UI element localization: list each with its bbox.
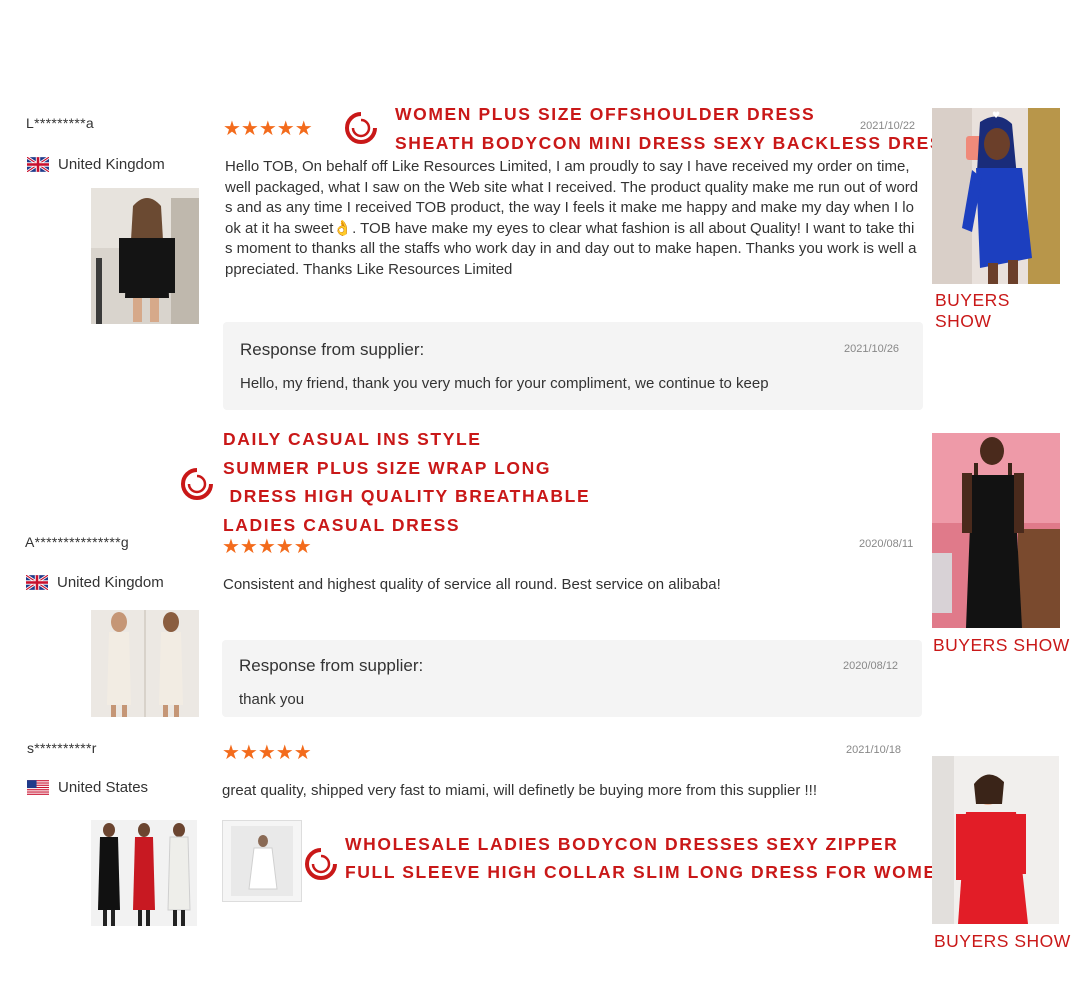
reviewer-name: A***************g — [25, 534, 129, 550]
review-text: great quality, shipped very fast to miam… — [222, 782, 817, 799]
reviewer-country: United Kingdom — [27, 156, 165, 173]
response-date: 2021/10/26 — [844, 343, 900, 355]
uk-flag-icon — [26, 575, 48, 590]
product-thumbnail[interactable] — [91, 820, 197, 926]
country-label: United Kingdom — [57, 574, 164, 591]
review-date: 2020/08/11 — [859, 538, 914, 550]
rating-stars: ★★★★★ — [222, 536, 312, 558]
swirl-logo-icon — [345, 112, 377, 144]
us-flag-icon — [27, 780, 49, 795]
uk-flag-icon — [27, 157, 49, 172]
promo-line: SHEATH BODYCON MINI DRESS SEXY BACKLESS … — [395, 133, 957, 153]
rating-stars: ★★★★★ — [223, 118, 313, 140]
review-text: Hello TOB, On behalf off Like Resources … — [225, 158, 919, 278]
buyer-photo[interactable] — [932, 756, 1059, 924]
review-text: Consistent and highest quality of servic… — [223, 576, 721, 593]
response-text: thank you — [239, 691, 305, 708]
rating-stars: ★★★★★ — [222, 742, 312, 764]
swirl-logo-icon — [181, 468, 213, 500]
response-date: 2020/08/12 — [843, 660, 899, 672]
response-text: Hello, my friend, thank you very much fo… — [240, 375, 769, 392]
review-date: 2021/10/22 — [860, 120, 916, 132]
reviewer-country: United Kingdom — [26, 574, 164, 591]
svg-text:♥: ♥ — [992, 111, 1000, 121]
country-label: United States — [58, 779, 149, 796]
review-date: 2021/10/18 — [846, 744, 902, 756]
supplier-response: Response from supplier: 2020/08/12 thank… — [222, 640, 922, 717]
promo-line: DAILY CASUAL INS STYLE — [223, 429, 482, 449]
buyers-show-label[interactable]: BUYERS SHOW — [933, 635, 1070, 656]
buyer-photo[interactable]: ♥ — [932, 108, 1060, 284]
reviewer-name: s**********r — [27, 740, 97, 756]
review-attachment-photo[interactable] — [222, 820, 302, 902]
buyers-show-label[interactable]: BUYERS SHOW — [935, 290, 1071, 332]
promo-line: WOMEN PLUS SIZE OFFSHOULDER DRESS — [395, 104, 816, 124]
buyer-photo[interactable] — [932, 433, 1060, 628]
promo-line: WHOLESALE LADIES BODYCON DRESSES SEXY ZI… — [345, 834, 899, 854]
response-title: Response from supplier: — [239, 656, 424, 675]
reviewer-name: L*********a — [26, 115, 94, 131]
promo-line: DRESS HIGH QUALITY BREATHABLE — [223, 486, 591, 506]
promo-line: FULL SLEEVE HIGH COLLAR SLIM LONG DRESS … — [345, 862, 951, 882]
country-label: United Kingdom — [58, 156, 165, 173]
response-title: Response from supplier: — [240, 340, 425, 359]
swirl-logo-icon — [305, 848, 337, 880]
supplier-response: Response from supplier: 2021/10/26 Hello… — [223, 322, 923, 410]
promo-line: SUMMER PLUS SIZE WRAP LONG — [223, 458, 552, 478]
promo-line: LADIES CASUAL DRESS — [223, 515, 461, 535]
product-thumbnail[interactable] — [91, 188, 199, 324]
buyers-show-label[interactable]: BUYERS SHOW — [934, 931, 1071, 952]
reviewer-country: United States — [27, 779, 148, 796]
product-thumbnail[interactable] — [91, 610, 199, 717]
